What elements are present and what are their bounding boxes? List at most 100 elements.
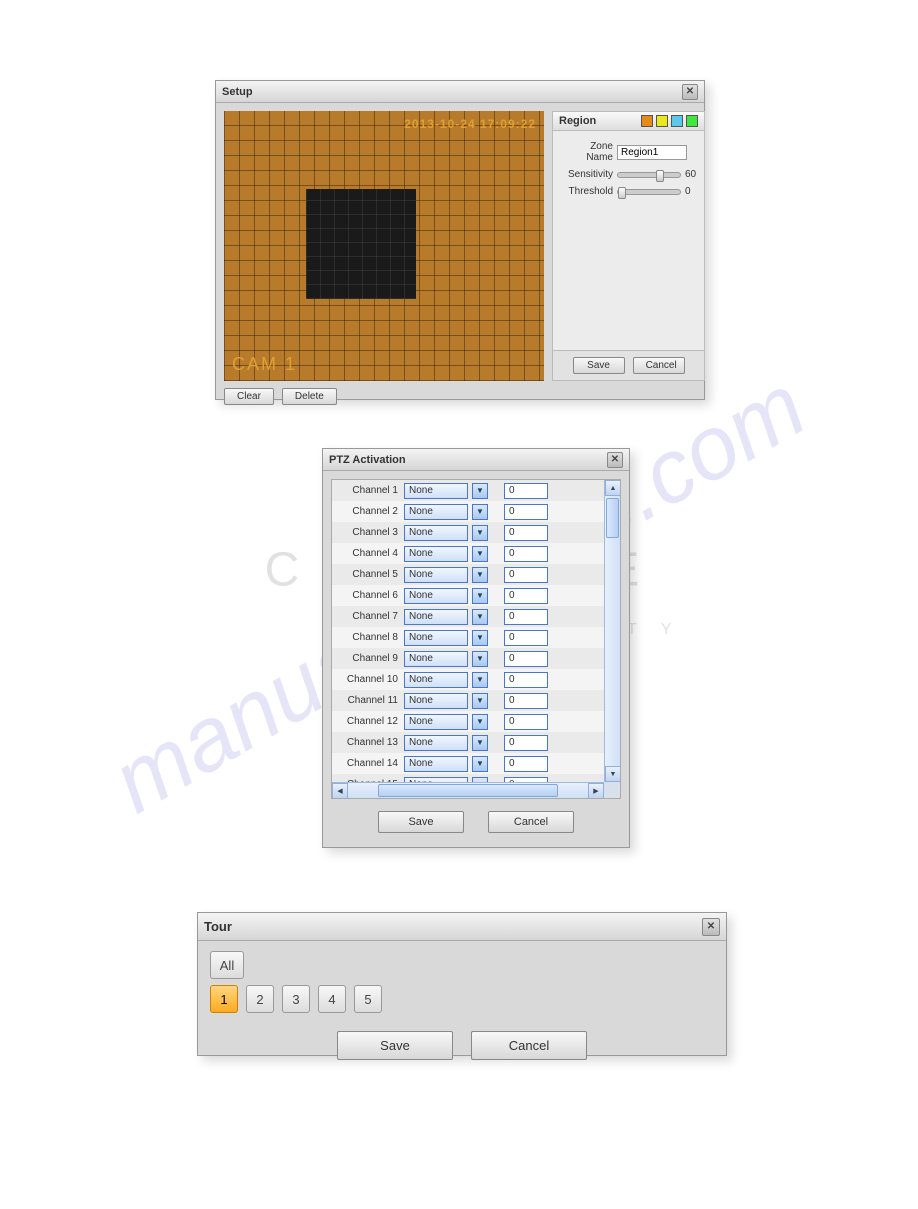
dropdown-icon[interactable]: ▼ [472, 672, 488, 688]
ptz-channel-row: Channel 13None▼ 0 [332, 732, 604, 753]
ptz-type-select[interactable]: None [404, 504, 468, 520]
ptz-value-input[interactable]: 0 [504, 588, 548, 604]
dropdown-icon[interactable]: ▼ [472, 651, 488, 667]
ptz-value-input[interactable]: 0 [504, 567, 548, 583]
region-color-swatch-2[interactable] [656, 115, 668, 127]
ptz-value-input[interactable]: 0 [504, 525, 548, 541]
ptz-type-select[interactable]: None [404, 483, 468, 499]
ptz-type-select[interactable]: None [404, 525, 468, 541]
scroll-up-button[interactable]: ▲ [605, 480, 621, 496]
ptz-type-select[interactable]: None [404, 756, 468, 772]
ptz-cancel-button[interactable]: Cancel [488, 811, 574, 833]
region-header: Region [559, 115, 596, 127]
selected-region[interactable] [306, 189, 416, 299]
setup-dialog: Setup ✕ 2013-10-24 17:09:22 CAM 1 Clear … [215, 80, 705, 400]
video-grid[interactable]: 2013-10-24 17:09:22 CAM 1 [224, 111, 544, 381]
scroll-right-button[interactable]: ▶ [588, 783, 604, 799]
zone-name-input[interactable] [617, 145, 687, 160]
ptz-channel-row: Channel 3None▼ 0 [332, 522, 604, 543]
dropdown-icon[interactable]: ▼ [472, 693, 488, 709]
ptz-channel-row: Channel 6None▼0 [332, 585, 604, 606]
ptz-type-select[interactable]: None [404, 546, 468, 562]
dropdown-icon[interactable]: ▼ [472, 609, 488, 625]
region-color-swatch-4[interactable] [686, 115, 698, 127]
dropdown-icon[interactable]: ▼ [472, 546, 488, 562]
dropdown-icon[interactable]: ▼ [472, 630, 488, 646]
tour-close-button[interactable]: ✕ [702, 918, 720, 936]
region-color-swatch-1[interactable] [641, 115, 653, 127]
ptz-channel-label: Channel 5 [342, 569, 404, 580]
hscroll-thumb[interactable] [378, 784, 558, 797]
threshold-label: Threshold [561, 186, 613, 197]
ptz-save-button[interactable]: Save [378, 811, 464, 833]
horizontal-scrollbar[interactable]: ◀ ▶ [332, 782, 604, 798]
ptz-channel-label: Channel 11 [342, 695, 404, 706]
ptz-value-input[interactable]: 0 [504, 714, 548, 730]
ptz-type-select[interactable]: None [404, 567, 468, 583]
ptz-close-button[interactable]: ✕ [607, 452, 623, 468]
ptz-channel-label: Channel 4 [342, 548, 404, 559]
dropdown-icon[interactable]: ▼ [472, 588, 488, 604]
tour-all-button[interactable]: All [210, 951, 244, 979]
ptz-type-select[interactable]: None [404, 693, 468, 709]
ptz-type-select[interactable]: None [404, 630, 468, 646]
ptz-channel-label: Channel 1 [342, 485, 404, 496]
ptz-value-input[interactable]: 0 [504, 504, 548, 520]
ptz-type-select[interactable]: None [404, 735, 468, 751]
zone-name-label: Zone Name [561, 141, 613, 163]
ptz-type-select[interactable]: None [404, 714, 468, 730]
dropdown-icon[interactable]: ▼ [472, 714, 488, 730]
ptz-titlebar: PTZ Activation ✕ [323, 449, 629, 471]
ptz-value-input[interactable]: 0 [504, 756, 548, 772]
threshold-slider[interactable] [617, 189, 681, 195]
ptz-type-select[interactable]: None [404, 651, 468, 667]
ptz-type-select[interactable]: None [404, 588, 468, 604]
ptz-type-select[interactable]: None [404, 609, 468, 625]
vertical-scrollbar[interactable]: ▲ ▼ [604, 480, 620, 782]
ptz-value-input[interactable]: 0 [504, 693, 548, 709]
tour-save-button[interactable]: Save [337, 1031, 453, 1060]
ptz-value-input[interactable]: 0 [504, 483, 548, 499]
clear-button[interactable]: Clear [224, 388, 274, 405]
ptz-value-input[interactable]: 0 [504, 546, 548, 562]
sensitivity-slider[interactable] [617, 172, 681, 178]
ptz-channel-row: Channel 14None▼ 0 [332, 753, 604, 774]
ptz-channel-label: Channel 8 [342, 632, 404, 643]
setup-close-button[interactable]: ✕ [682, 84, 698, 100]
setup-title: Setup [222, 86, 253, 98]
ptz-value-input[interactable]: 0 [504, 609, 548, 625]
tour-item-5[interactable]: 5 [354, 985, 382, 1013]
ptz-value-input[interactable]: 0 [504, 735, 548, 751]
tour-cancel-button[interactable]: Cancel [471, 1031, 587, 1060]
dropdown-icon[interactable]: ▼ [472, 756, 488, 772]
region-save-button[interactable]: Save [573, 357, 625, 374]
scroll-down-button[interactable]: ▼ [605, 766, 621, 782]
ptz-channel-label: Channel 12 [342, 716, 404, 727]
dropdown-icon[interactable]: ▼ [472, 567, 488, 583]
ptz-channel-row: Channel 5None▼ 0 [332, 564, 604, 585]
vscroll-thumb[interactable] [606, 498, 619, 538]
tour-item-2[interactable]: 2 [246, 985, 274, 1013]
ptz-channel-label: Channel 3 [342, 527, 404, 538]
dropdown-icon[interactable]: ▼ [472, 525, 488, 541]
ptz-type-select[interactable]: None [404, 672, 468, 688]
region-color-swatch-3[interactable] [671, 115, 683, 127]
ptz-value-input[interactable]: 0 [504, 672, 548, 688]
tour-item-3[interactable]: 3 [282, 985, 310, 1013]
delete-button[interactable]: Delete [282, 388, 337, 405]
tour-item-4[interactable]: 4 [318, 985, 346, 1013]
sensitivity-label: Sensitivity [561, 169, 613, 180]
ptz-channel-row: Channel 11None▼ 0 [332, 690, 604, 711]
tour-item-1[interactable]: 1 [210, 985, 238, 1013]
setup-titlebar: Setup ✕ [216, 81, 704, 103]
dropdown-icon[interactable]: ▼ [472, 483, 488, 499]
dropdown-icon[interactable]: ▼ [472, 735, 488, 751]
scroll-left-button[interactable]: ◀ [332, 783, 348, 799]
ptz-value-input[interactable]: 0 [504, 651, 548, 667]
ptz-value-input[interactable]: 0 [504, 630, 548, 646]
ptz-channel-label: Channel 13 [342, 737, 404, 748]
ptz-channel-label: Channel 14 [342, 758, 404, 769]
dropdown-icon[interactable]: ▼ [472, 504, 488, 520]
region-cancel-button[interactable]: Cancel [633, 357, 685, 374]
ptz-channel-row: Channel 2None▼0 [332, 501, 604, 522]
